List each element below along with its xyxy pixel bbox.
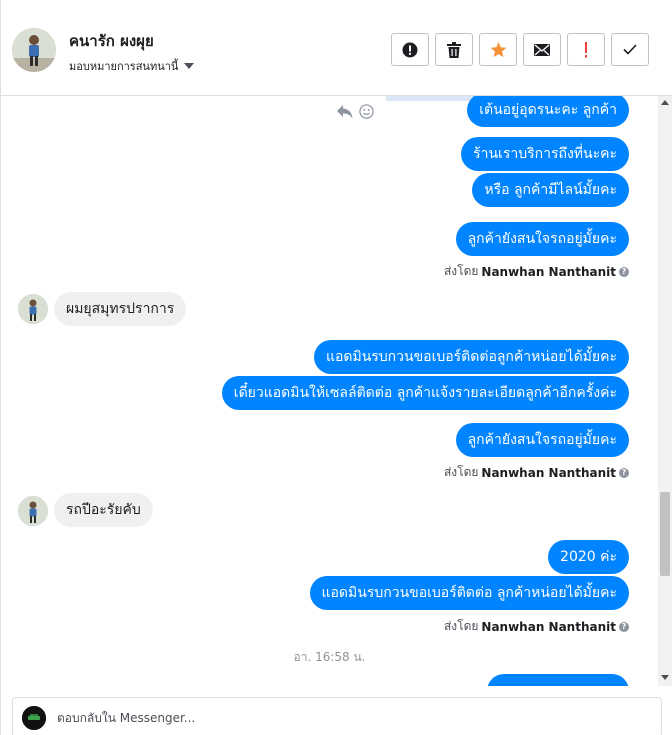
outgoing-message[interactable]: 2020 ค่ะ (548, 540, 629, 574)
outgoing-message[interactable]: ลูกค้ายังสนใจรถอยู่มั้ยคะ (455, 423, 629, 457)
sent-by-label: ส่งโดย Nanwhan Nanthanit ? (444, 617, 629, 636)
incoming-message[interactable]: รถปีอะรัยคับ (54, 493, 153, 527)
envelope-icon (534, 43, 550, 56)
contact-avatar-small[interactable] (18, 294, 48, 324)
exclamation-icon (585, 41, 587, 57)
info-icon[interactable]: ? (619, 266, 629, 277)
mark-unread-button[interactable] (523, 33, 561, 66)
outgoing-message[interactable]: เดี๋ยวแอดมินให้เซลล์ติดต่อ ลูกค้าแจ้งราย… (221, 376, 629, 410)
sent-by-prefix: ส่งโดย (443, 264, 479, 278)
mark-done-button[interactable] (611, 33, 649, 66)
assign-conversation-dropdown[interactable]: มอบหมายการสนทนานี้ (69, 57, 195, 75)
conversation-panel: คนารัก ผงผุย มอบหมายการสนทนานี้ เต้นอยู่… (0, 0, 672, 735)
sent-by-prefix: ส่งโดย (443, 465, 479, 479)
star-button[interactable] (479, 33, 517, 66)
follow-up-button[interactable] (567, 33, 605, 66)
report-button[interactable] (391, 33, 429, 66)
outgoing-message[interactable]: ร้านเราบริการถึงที่นะคะ (461, 137, 629, 171)
reply-box[interactable] (12, 697, 662, 735)
sent-by-name[interactable]: Nanwhan Nanthanit (481, 265, 616, 279)
composer (1, 686, 672, 735)
caret-down-icon (184, 63, 195, 69)
info-icon[interactable]: ? (619, 621, 629, 632)
sent-by-name[interactable]: Nanwhan Nanthanit (481, 620, 616, 634)
contact-avatar[interactable] (12, 28, 56, 72)
outgoing-message[interactable]: เต้นอยู่อุดรนะคะ ลูกค้า (467, 96, 629, 127)
contact-avatar-small[interactable] (18, 496, 48, 526)
outgoing-message-partial[interactable] (487, 674, 629, 686)
conversation-actions (391, 33, 649, 66)
star-icon (490, 41, 506, 57)
scroll-up-icon[interactable] (661, 100, 669, 105)
react-emoji-icon[interactable] (359, 104, 374, 119)
message-hover-tools (337, 104, 374, 119)
conversation-header: คนารัก ผงผุย มอบหมายการสนทนานี้ (1, 0, 672, 96)
reply-input[interactable] (57, 708, 617, 728)
previous-message-edge (386, 96, 481, 101)
outgoing-message[interactable]: แอดมินรบกวนขอเบอร์ติดต่อลูกค้าหน่อยได้มั… (313, 340, 629, 374)
check-icon (623, 44, 637, 55)
assign-label: มอบหมายการสนทนานี้ (69, 60, 179, 73)
scroll-down-icon[interactable] (661, 675, 669, 680)
outgoing-message[interactable]: แอดมินรบกวนขอเบอร์ติดต่อ ลูกค้าหน่อยได้ม… (309, 576, 629, 610)
sent-by-label: ส่งโดย Nanwhan Nanthanit ? (444, 262, 629, 281)
delete-button[interactable] (435, 33, 473, 66)
sent-by-name[interactable]: Nanwhan Nanthanit (481, 466, 616, 480)
contact-name[interactable]: คนารัก ผงผุย (69, 29, 154, 53)
info-icon[interactable]: ? (619, 467, 629, 478)
alert-circle-icon (402, 42, 418, 57)
sent-by-prefix: ส่งโดย (443, 619, 479, 633)
page-avatar (22, 706, 46, 730)
message-thread[interactable]: เต้นอยู่อุดรนะคะ ลูกค้า ร้านเราบริการถึง… (1, 96, 658, 686)
thread-scrollbar[interactable] (658, 96, 672, 686)
outgoing-message[interactable]: ลูกค้ายังสนใจรถอยู่มั้ยคะ (455, 222, 629, 256)
trash-icon (447, 41, 461, 58)
message-timestamp: อา. 16:58 น. (293, 650, 366, 664)
sent-by-label: ส่งโดย Nanwhan Nanthanit ? (444, 463, 629, 482)
incoming-message[interactable]: ผมยุสมุทรปราการ (54, 292, 187, 326)
scrollbar-thumb[interactable] (660, 492, 670, 576)
reply-icon[interactable] (337, 104, 353, 119)
outgoing-message[interactable]: หรือ ลูกค้ามีไลน์มั้ยคะ (472, 173, 629, 207)
